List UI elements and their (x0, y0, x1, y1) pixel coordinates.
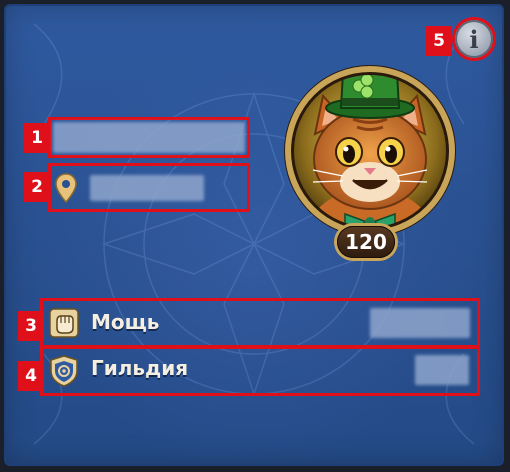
level-badge: 120 (337, 226, 395, 258)
avatar[interactable] (283, 64, 457, 238)
stat-row-guild[interactable]: Гильдия (43, 349, 477, 393)
power-fist-icon (49, 308, 79, 338)
guild-shield-icon (50, 355, 78, 387)
info-button[interactable]: i (455, 20, 493, 58)
marker-1: 1 (24, 123, 50, 153)
stat-value-power (370, 308, 470, 338)
stat-row-power[interactable]: Мощь (43, 301, 477, 345)
info-icon: i (469, 24, 479, 54)
marker-5: 5 (426, 26, 452, 56)
marker-2: 2 (24, 172, 50, 202)
stat-label-guild: Гильдия (91, 356, 189, 380)
player-name (53, 122, 245, 153)
stat-value-guild (415, 355, 469, 385)
stat-label-power: Мощь (91, 310, 160, 334)
player-location (90, 175, 204, 201)
location-pin-icon (55, 173, 77, 203)
